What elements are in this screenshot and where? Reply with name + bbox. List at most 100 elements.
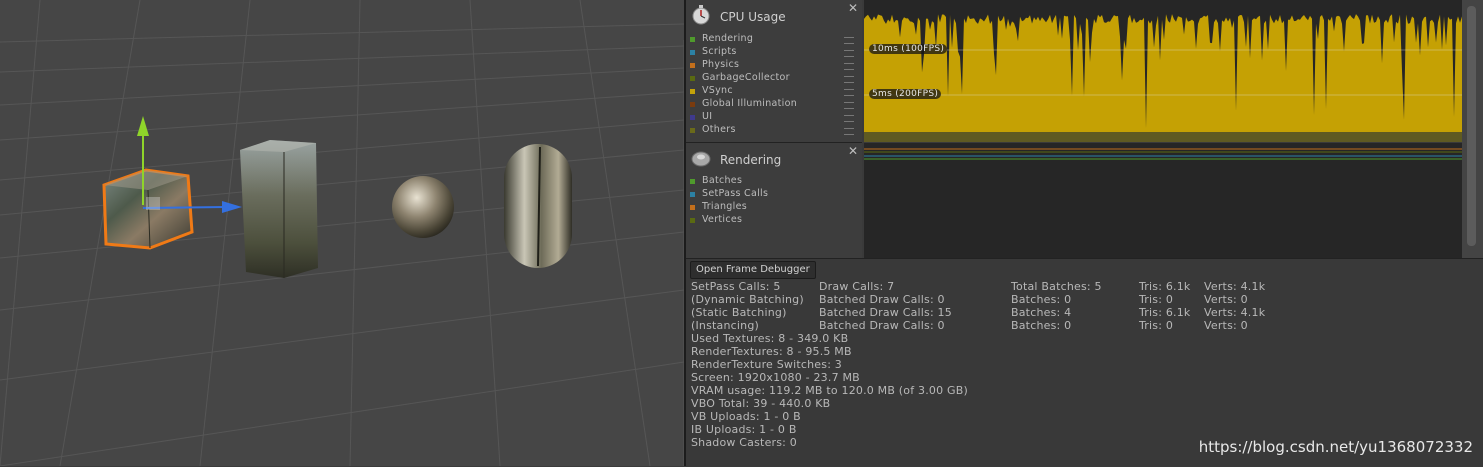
drag-handle-icon[interactable] xyxy=(844,76,854,83)
stat-line-6: VB Uploads: 1 - 0 B xyxy=(691,410,801,423)
legend-item-vsync[interactable]: VSync xyxy=(690,85,860,98)
legend-label: Others xyxy=(702,124,736,135)
stat-col2-1: Batched Draw Calls: 0 xyxy=(819,293,945,306)
open-frame-debugger-button[interactable]: Open Frame Debugger xyxy=(690,261,816,279)
cpu-usage-chart[interactable]: 10ms (100FPS) 5ms (200FPS) xyxy=(864,0,1462,142)
stat-col1-0: SetPass Calls: 5 xyxy=(691,280,781,293)
legend-item-ui[interactable]: UI xyxy=(690,111,860,124)
scrollbar-thumb[interactable] xyxy=(1467,6,1476,246)
legend-label: VSync xyxy=(702,85,733,96)
scene-view[interactable] xyxy=(0,0,684,466)
legend-item-scripts[interactable]: Scripts xyxy=(690,46,860,59)
drag-handle-icon[interactable] xyxy=(844,115,854,122)
stat-col1-2: (Static Batching) xyxy=(691,306,787,319)
rendering-chart[interactable] xyxy=(864,143,1462,258)
gizmo-x-arrow[interactable] xyxy=(222,201,242,213)
drag-handle-icon[interactable] xyxy=(844,63,854,70)
stat-col5-2: Verts: 4.1k xyxy=(1204,306,1266,319)
legend-swatch xyxy=(690,76,695,81)
stat-col4-1: Tris: 0 xyxy=(1139,293,1174,306)
legend-item-batches[interactable]: Batches xyxy=(690,175,860,188)
tall-box[interactable] xyxy=(240,140,318,278)
legend-swatch xyxy=(690,128,695,133)
legend-item-vertices[interactable]: Vertices xyxy=(690,214,860,227)
legend-item-setpass-calls[interactable]: SetPass Calls xyxy=(690,188,860,201)
stat-col5-3: Verts: 0 xyxy=(1204,319,1248,332)
stat-line-1: RenderTextures: 8 - 95.5 MB xyxy=(691,345,852,358)
stat-col1-1: (Dynamic Batching) xyxy=(691,293,804,306)
stat-col1-3: (Instancing) xyxy=(691,319,760,332)
legend-item-garbagecollector[interactable]: GarbageCollector xyxy=(690,72,860,85)
cpu-legend: Rendering Scripts Physics GarbageCollector V… xyxy=(690,33,860,137)
stat-col4-2: Tris: 6.1k xyxy=(1139,306,1191,319)
drag-handle-icon[interactable] xyxy=(844,37,854,44)
stat-col5-0: Verts: 4.1k xyxy=(1204,280,1266,293)
stat-line-2: RenderTexture Switches: 3 xyxy=(691,358,842,371)
watermark: https://blog.csdn.net/yu1368072332 xyxy=(1198,438,1473,456)
legend-swatch xyxy=(690,115,695,120)
scene-canvas[interactable] xyxy=(0,0,684,466)
legend-label: UI xyxy=(702,111,713,122)
legend-label: Global Illumination xyxy=(702,98,798,109)
marker-5ms: 5ms (200FPS) xyxy=(869,89,942,99)
cpu-usage-title: CPU Usage xyxy=(720,10,786,24)
legend-swatch xyxy=(690,50,695,55)
drag-handle-icon[interactable] xyxy=(844,50,854,57)
sphere[interactable] xyxy=(392,176,454,238)
legend-label: Rendering xyxy=(702,33,754,44)
stat-col3-0: Total Batches: 5 xyxy=(1011,280,1102,293)
legend-label: Scripts xyxy=(702,46,737,57)
rendering-title: Rendering xyxy=(720,153,782,167)
drag-handle-icon[interactable] xyxy=(844,89,854,96)
close-icon[interactable]: ✕ xyxy=(848,144,858,158)
marker-10ms: 10ms (100FPS) xyxy=(869,44,948,54)
stat-col3-2: Batches: 4 xyxy=(1011,306,1072,319)
legend-label: Triangles xyxy=(702,201,747,212)
grid xyxy=(0,0,684,466)
stat-line-5: VBO Total: 39 - 440.0 KB xyxy=(691,397,831,410)
legend-swatch xyxy=(690,37,695,42)
details-pane: Open Frame Debugger SetPass Calls: 5 (Dyn… xyxy=(686,258,1483,467)
legend-item-physics[interactable]: Physics xyxy=(690,59,860,72)
legend-item-global-illumination[interactable]: Global Illumination xyxy=(690,98,860,111)
stat-col3-1: Batches: 0 xyxy=(1011,293,1072,306)
stat-line-0: Used Textures: 8 - 349.0 KB xyxy=(691,332,849,345)
stat-col4-3: Tris: 0 xyxy=(1139,319,1174,332)
legend-swatch xyxy=(690,179,695,184)
cpu-usage-area xyxy=(864,14,1462,142)
legend-item-rendering[interactable]: Rendering xyxy=(690,33,860,46)
rendering-legend: Batches SetPass Calls Triangles Vertices xyxy=(690,175,860,227)
stat-line-7: IB Uploads: 1 - 0 B xyxy=(691,423,797,436)
legend-swatch xyxy=(690,218,695,223)
legend-swatch xyxy=(690,63,695,68)
cpu-others-area xyxy=(864,132,1462,142)
stat-line-3: Screen: 1920x1080 - 23.7 MB xyxy=(691,371,860,384)
legend-swatch xyxy=(690,102,695,107)
legend-swatch xyxy=(690,192,695,197)
stat-col2-3: Batched Draw Calls: 0 xyxy=(819,319,945,332)
drag-handle-icon[interactable] xyxy=(844,128,854,135)
legend-swatch xyxy=(690,205,695,210)
profiler-window: CPU Usage ✕ Rendering Scripts Physics Garba… xyxy=(686,0,1483,467)
vertical-scrollbar[interactable] xyxy=(1462,0,1483,258)
rendering-module[interactable]: Rendering ✕ Batches SetPass Calls Triangle… xyxy=(686,143,862,258)
legend-label: Batches xyxy=(702,175,743,186)
legend-item-triangles[interactable]: Triangles xyxy=(690,201,860,214)
cpu-usage-module[interactable]: CPU Usage ✕ Rendering Scripts Physics Garba… xyxy=(686,0,862,143)
legend-label: Physics xyxy=(702,59,740,70)
legend-label: GarbageCollector xyxy=(702,72,790,83)
legend-label: Vertices xyxy=(702,214,743,225)
gizmo-y-arrow[interactable] xyxy=(137,116,149,136)
stat-col2-0: Draw Calls: 7 xyxy=(819,280,895,293)
stat-col5-1: Verts: 0 xyxy=(1204,293,1248,306)
legend-item-others[interactable]: Others xyxy=(690,124,860,137)
legend-label: SetPass Calls xyxy=(702,188,769,199)
stat-col3-3: Batches: 0 xyxy=(1011,319,1072,332)
stopwatch-icon xyxy=(692,5,710,25)
teapot-icon xyxy=(691,151,711,167)
close-icon[interactable]: ✕ xyxy=(848,1,858,15)
stat-col4-0: Tris: 6.1k xyxy=(1139,280,1191,293)
stat-line-8: Shadow Casters: 0 xyxy=(691,436,797,449)
stat-line-4: VRAM usage: 119.2 MB to 120.0 MB (of 3.0… xyxy=(691,384,968,397)
drag-handle-icon[interactable] xyxy=(844,102,854,109)
